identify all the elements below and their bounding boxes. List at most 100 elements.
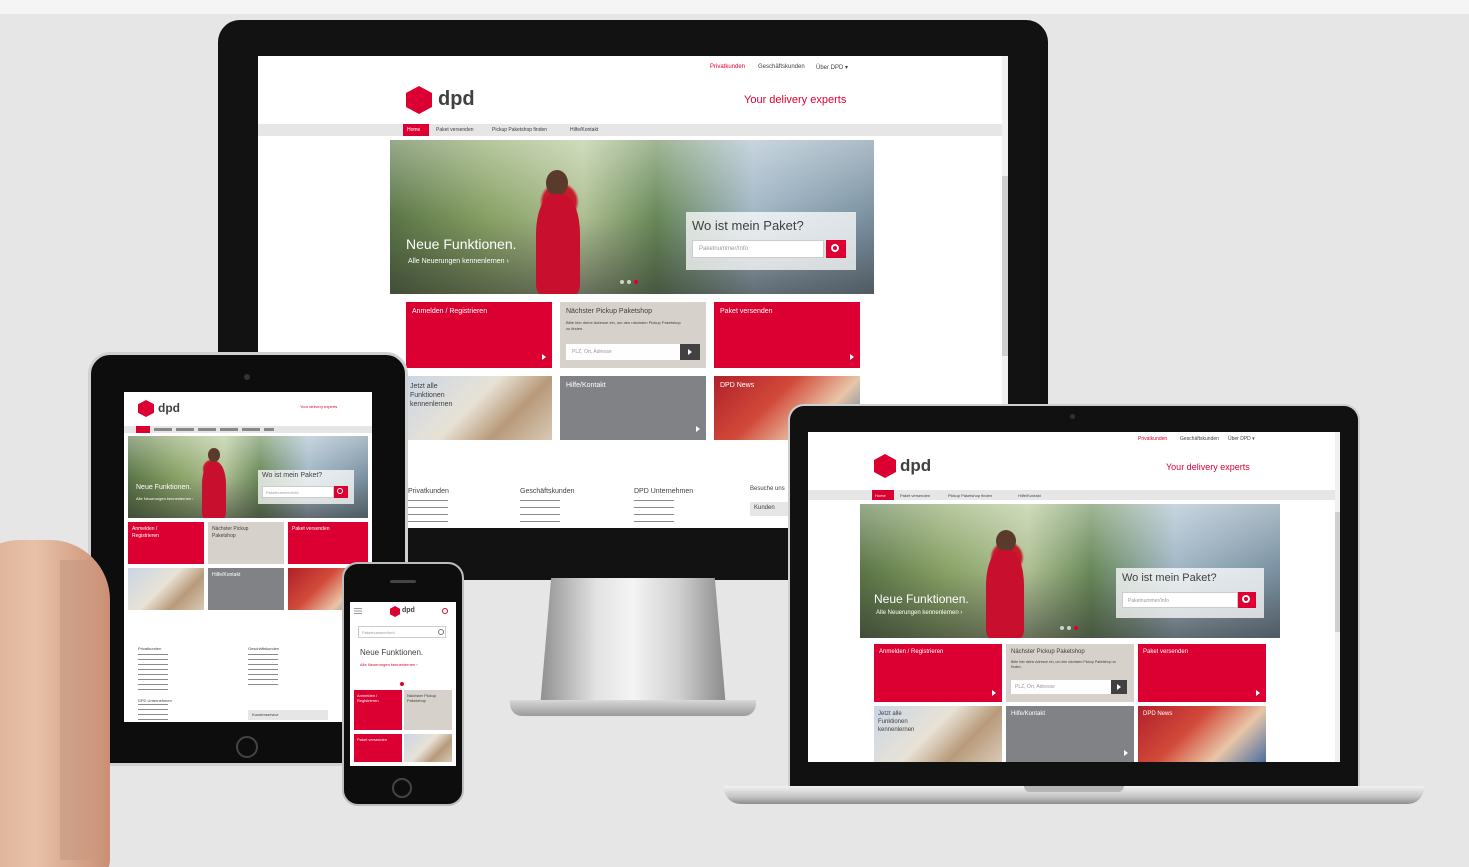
hand-shadow — [60, 560, 100, 860]
hero-person — [536, 194, 580, 294]
tile-features[interactable]: Jetzt alle Funktionen kennenlernen — [406, 376, 552, 440]
topbar-ueber[interactable]: Über DPD ▾ — [1228, 436, 1255, 442]
carousel-dots[interactable] — [620, 280, 638, 284]
hero-subtitle[interactable]: Alle Neuerungen kennenlernen › — [408, 258, 509, 265]
pickup-search-button[interactable] — [680, 344, 700, 360]
carousel-dots[interactable] — [1060, 626, 1078, 630]
user-icon[interactable] — [442, 608, 448, 614]
footer-geschaeft: Geschäftskunden — [248, 646, 280, 651]
dpd-logo-text[interactable]: dpd — [158, 401, 180, 415]
phone-tile-pickup[interactable]: Nächster Pickup Paketshop — [404, 690, 452, 730]
footer-unternehmen: DPD Unternehmen — [138, 698, 172, 703]
tile-login[interactable]: Anmelden / Registrieren — [128, 522, 204, 564]
chevron-right-icon — [1256, 690, 1260, 696]
tile-features-label: Jetzt alle Funktionen kennenlernen — [410, 383, 453, 408]
phone-carousel-dot[interactable] — [400, 682, 404, 686]
tracking-input[interactable]: Paketnummer/Info — [262, 486, 334, 498]
search-icon — [337, 488, 343, 494]
nav-hilfe[interactable]: Hilfe/Kontakt — [1018, 493, 1041, 498]
smartphone: dpd Paketnummer/Info Neue Funktionen. Al… — [342, 562, 464, 806]
search-icon[interactable] — [438, 629, 444, 635]
phone-tile-photo[interactable] — [404, 734, 452, 762]
tile-help[interactable]: Hilfe/Kontakt — [1006, 706, 1134, 762]
tagline: Your delivery experts — [744, 94, 847, 106]
dpd-logo-icon[interactable] — [138, 400, 154, 417]
nav-home[interactable] — [136, 426, 150, 433]
menu-icon[interactable] — [354, 608, 362, 614]
hero-title: Neue Funktionen. — [874, 592, 969, 606]
hero-subtitle[interactable]: Alle Neuerungen kennenlernen › — [876, 610, 962, 616]
tile-news[interactable]: DPD News — [1138, 706, 1266, 762]
tracking-search-button[interactable] — [826, 240, 846, 258]
phone-hero-sub[interactable]: Alle Neuerungen kennenlernen › — [360, 662, 420, 667]
hero-person — [202, 462, 226, 518]
footer-geschaeft-links[interactable] — [248, 654, 278, 688]
tile-login[interactable]: Anmelden / Registrieren — [406, 302, 552, 368]
phone-speaker — [390, 580, 416, 583]
nav-pickup[interactable]: Pickup Paketshop finden — [492, 127, 547, 133]
tile-send[interactable]: Paket versenden — [288, 522, 368, 564]
tile-help[interactable]: Hilfe/Kontakt — [208, 568, 284, 610]
topbar-ueber[interactable]: Über DPD ▾ — [816, 64, 848, 71]
footer-unternehmen-links[interactable] — [138, 704, 168, 720]
tablet-home-button[interactable] — [236, 736, 258, 758]
footer-unternehmen: DPD Unternehmen — [634, 488, 694, 495]
tile-features-label: Jetzt alle Funktionen kennenlernen — [878, 711, 915, 733]
tracking-search-button[interactable] — [334, 486, 348, 498]
tile-send[interactable]: Paket versenden — [1138, 644, 1266, 702]
topbar-geschaeft[interactable]: Geschäftskunden — [758, 64, 805, 70]
tile-features[interactable]: Jetzt alle Funktionen kennenlernen — [874, 706, 1002, 762]
tracking-search-button[interactable] — [1238, 592, 1256, 608]
scrollbar[interactable] — [1335, 432, 1340, 762]
phone-search-input[interactable]: Paketnummer/Info — [358, 626, 446, 638]
nav-paket-versenden[interactable]: Paket versenden — [900, 493, 930, 498]
topbar-privat[interactable]: Privatkunden — [710, 64, 745, 70]
tile-pickup-label: Nächster Pickup Paketshop — [1011, 649, 1085, 655]
hero-person-head — [208, 448, 220, 462]
footer-unternehmen-links[interactable] — [634, 500, 674, 524]
top-strip — [0, 0, 1469, 14]
search-icon — [831, 244, 839, 252]
dpd-logo-icon[interactable] — [874, 454, 896, 478]
tile-pickup: Nächster Pickup Paketshop Bitte hier dei… — [1006, 644, 1134, 702]
hero-person-head — [546, 170, 568, 196]
tile-login[interactable]: Anmelden / Registrieren — [874, 644, 1002, 702]
footer-privat-links[interactable] — [138, 654, 168, 692]
nav-hilfe[interactable]: Hilfe/Kontakt — [570, 127, 598, 133]
hero-subtitle[interactable]: Alle Neuerungen kennenlernen › — [136, 496, 194, 501]
pickup-search-button[interactable] — [1111, 680, 1127, 694]
dpd-logo-text[interactable]: dpd — [900, 456, 931, 476]
topbar-privat[interactable]: Privatkunden — [1138, 436, 1167, 442]
laptop-camera — [1070, 414, 1075, 419]
tile-pickup: Nächster Pickup Paketshop Bitte hier dei… — [560, 302, 706, 368]
tile-features[interactable] — [128, 568, 204, 610]
tile-pickup-desc: Bitte hier deine Adresse ein, um den näc… — [566, 320, 681, 331]
nav-home[interactable]: Home — [872, 490, 894, 500]
phone-home-button[interactable] — [392, 778, 412, 798]
phone-tile-login[interactable]: Anmelden / Registrieren — [354, 690, 402, 730]
tagline: Your delivery experts — [300, 404, 338, 409]
nav-items[interactable] — [154, 428, 274, 431]
hero-banner: Neue Funktionen. Alle Neuerungen kennenl… — [860, 504, 1280, 638]
dpd-logo-icon[interactable] — [406, 86, 432, 114]
tile-pickup-desc: Bitte hier deine Adresse ein, um den näc… — [1011, 660, 1117, 669]
footer-geschaeft-links[interactable] — [520, 500, 560, 524]
nav-paket-versenden[interactable]: Paket versenden — [436, 127, 474, 133]
footer-privat-links[interactable] — [408, 500, 448, 524]
tablet-camera — [244, 374, 250, 380]
nav-pickup[interactable]: Pickup Paketshop finden — [948, 493, 992, 498]
dpd-logo-text[interactable]: dpd — [402, 607, 415, 614]
tile-help[interactable]: Hilfe/Kontakt — [560, 376, 706, 440]
nav-home[interactable]: Home — [403, 124, 429, 136]
pickup-input[interactable]: PLZ, Ort, Adresse — [1011, 680, 1111, 694]
tracking-input[interactable]: Paketnummer/Info — [1122, 592, 1238, 608]
phone-tile-send[interactable]: Paket versenden — [354, 734, 402, 762]
dpd-logo-icon[interactable] — [390, 606, 400, 617]
tile-send[interactable]: Paket versenden — [714, 302, 860, 368]
dpd-logo-text[interactable]: dpd — [438, 88, 475, 111]
pickup-input[interactable]: PLZ, Ort, Adresse — [566, 344, 680, 360]
chevron-right-icon — [696, 426, 700, 432]
tile-send-label: Paket versenden — [292, 526, 330, 532]
tracking-input[interactable]: Paketnummer/Info — [692, 240, 824, 258]
topbar-geschaeft[interactable]: Geschäftskunden — [1180, 436, 1219, 442]
